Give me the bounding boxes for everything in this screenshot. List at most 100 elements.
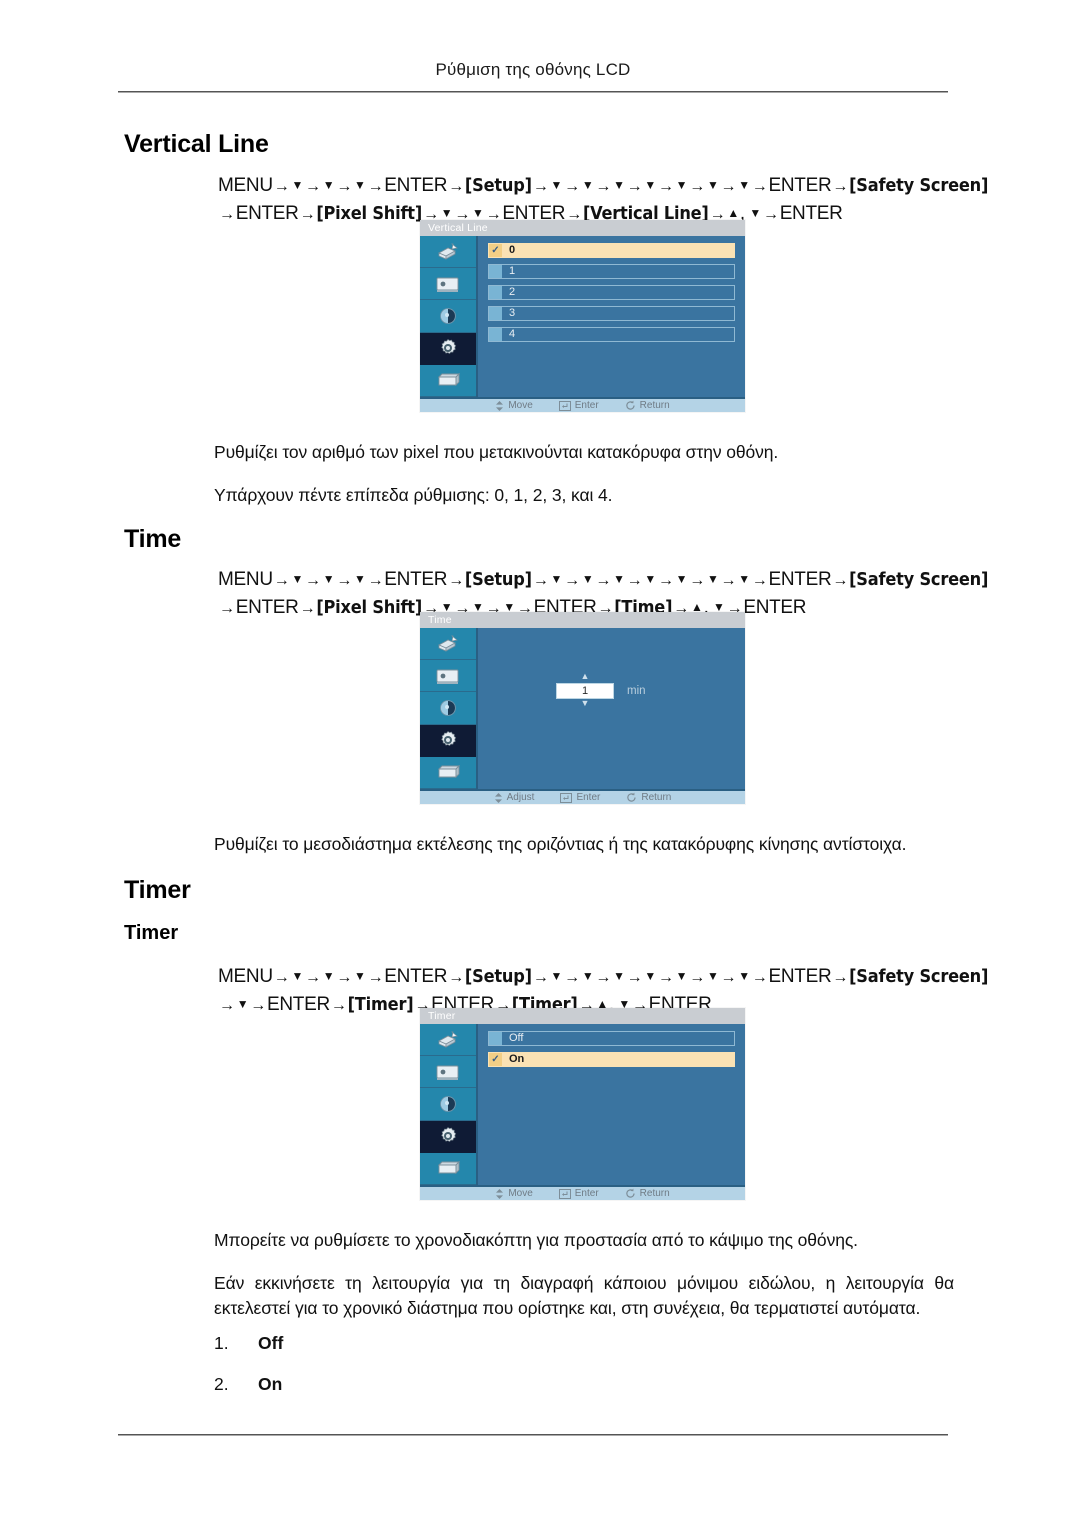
arrow-right-icon: → bbox=[657, 572, 674, 589]
multi-control-icon bbox=[420, 364, 476, 398]
osd-option-row[interactable]: 2 bbox=[488, 285, 735, 300]
nav-token: ENTER bbox=[235, 203, 299, 224]
option-swatch-icon bbox=[489, 286, 502, 299]
arrow-down-icon: ▼ bbox=[613, 969, 625, 983]
osd-footer-label: Move bbox=[508, 1188, 533, 1199]
arrow-right-icon: → bbox=[367, 572, 384, 589]
arrow-right-icon: → bbox=[532, 178, 549, 195]
arrow-down-icon: ▼ bbox=[613, 572, 625, 586]
arrow-down-icon: ▼ bbox=[581, 572, 594, 586]
option-swatch-icon bbox=[489, 265, 502, 278]
arrow-right-icon: → bbox=[720, 969, 737, 986]
arrow-down-icon: ▼ bbox=[675, 969, 688, 983]
arrow-down-icon: ▼ bbox=[354, 178, 366, 192]
osd-option-row[interactable]: 1 bbox=[488, 264, 735, 279]
arrow-right-icon: → bbox=[832, 572, 849, 589]
arrow-down-icon: ▼ bbox=[644, 178, 656, 192]
osd-screenshot-timer: Timer Off ✓ On Move Enter Return bbox=[420, 1008, 745, 1200]
arrow-right-icon: → bbox=[832, 178, 849, 195]
nav-token: ENTER bbox=[768, 175, 832, 196]
footer-rule bbox=[118, 1434, 948, 1436]
arrow-up-icon: ▲ bbox=[727, 206, 739, 220]
header-rule bbox=[118, 91, 948, 93]
arrow-right-icon: → bbox=[751, 969, 768, 986]
arrow-right-icon: → bbox=[657, 178, 674, 195]
subsection-title-timer: Timer bbox=[124, 922, 179, 944]
nav-path-line: MENU→ ▼ → ▼ → ▼ →ENTER→[Setup]→ ▼ → ▼ → ▼ → ▼ → ▼ → ▼ → ▼ →E… bbox=[218, 966, 988, 987]
arrow-right-icon: → bbox=[626, 572, 643, 589]
spinner-row: 1 min bbox=[556, 683, 646, 699]
osd-sidebar bbox=[420, 628, 478, 790]
enter-icon bbox=[558, 1188, 571, 1199]
osd-title: Time bbox=[420, 612, 745, 628]
arrow-right-icon: → bbox=[219, 206, 235, 223]
arrow-down-icon: ▼ bbox=[644, 969, 656, 983]
arrow-down-icon: ▼ bbox=[675, 572, 688, 586]
updown-icon bbox=[495, 400, 504, 411]
running-header: Ρύθμιση της οθόνης LCD bbox=[435, 60, 631, 79]
osd-footer-label: Enter bbox=[574, 400, 599, 411]
arrow-right-icon: → bbox=[689, 178, 705, 195]
arrow-right-icon: → bbox=[564, 178, 580, 195]
arrow-right-icon: → bbox=[367, 969, 384, 986]
nav-path-line: MENU→ ▼ → ▼ → ▼ →ENTER→[Setup]→ ▼ → ▼ → ▼ → ▼ → ▼ → ▼ → ▼ →E… bbox=[218, 175, 988, 196]
osd-option-row[interactable]: ✓ 0 bbox=[488, 243, 735, 258]
arrow-right-icon: → bbox=[336, 178, 353, 195]
arrow-down-icon: ▼ bbox=[738, 572, 750, 586]
nav-token: ENTER bbox=[384, 569, 448, 590]
arrow-right-icon: → bbox=[448, 969, 464, 986]
picture-icon bbox=[420, 660, 476, 693]
osd-option-row[interactable]: 3 bbox=[488, 306, 735, 321]
arrow-right-icon: → bbox=[299, 600, 316, 617]
arrow-down-icon: ▼ bbox=[322, 969, 335, 983]
multi-control-icon bbox=[420, 756, 476, 790]
picture-icon bbox=[420, 268, 476, 301]
arrow-right-icon: → bbox=[720, 178, 737, 195]
osd-footer: Adjust Enter Return bbox=[420, 789, 745, 804]
nav-token: ENTER bbox=[743, 597, 807, 618]
osd-option-label: Off bbox=[509, 1032, 524, 1044]
list-item: 2. On bbox=[214, 1374, 614, 1395]
arrow-right-icon: → bbox=[689, 969, 705, 986]
osd-footer-item: Enter bbox=[560, 792, 600, 803]
arrow-down-icon: ▼ bbox=[706, 969, 719, 983]
arrow-right-icon: → bbox=[689, 572, 705, 589]
arrow-right-icon: → bbox=[595, 572, 612, 589]
updown-icon bbox=[495, 1188, 504, 1199]
osd-spinner[interactable]: ▲ 1 min ▼ bbox=[556, 672, 696, 710]
osd-footer-item: Return bbox=[625, 400, 670, 411]
arrow-down-icon: ▼ bbox=[581, 178, 594, 192]
arrow-right-icon: → bbox=[219, 600, 235, 617]
arrow-right-icon: → bbox=[299, 206, 316, 223]
osd-option-label: 1 bbox=[509, 265, 516, 277]
spinner-down-icon[interactable]: ▼ bbox=[556, 699, 614, 710]
arrow-right-icon: → bbox=[219, 997, 235, 1014]
list-item-number: 1. bbox=[214, 1333, 229, 1353]
option-swatch-icon bbox=[489, 1032, 502, 1045]
osd-footer-label: Return bbox=[641, 792, 672, 803]
arrow-right-icon: → bbox=[305, 178, 321, 195]
arrow-down-icon: ▼ bbox=[291, 178, 304, 192]
checkmark-icon: ✓ bbox=[489, 1053, 502, 1066]
osd-footer-label: Move bbox=[508, 400, 533, 411]
osd-footer-item: Move bbox=[495, 400, 533, 411]
nav-token: MENU bbox=[218, 569, 273, 590]
osd-footer-item: Adjust bbox=[494, 792, 534, 803]
spinner-value[interactable]: 1 bbox=[556, 683, 614, 699]
paragraph-timer-2: Εάν εκκινήσετε τη λειτουργία για τη διαγ… bbox=[214, 1273, 954, 1318]
osd-option-row[interactable]: Off bbox=[488, 1031, 735, 1046]
spinner-unit-label: min bbox=[627, 685, 646, 697]
arrow-right-icon: → bbox=[626, 969, 643, 986]
arrow-right-icon: → bbox=[751, 178, 768, 195]
osd-footer-item: Move bbox=[495, 1188, 533, 1199]
arrow-right-icon: → bbox=[762, 206, 779, 223]
paragraph-vertical-line-2: Υπάρχουν πέντε επίπεδα ρύθμισης: 0, 1, 2… bbox=[214, 485, 613, 505]
spinner-up-icon[interactable]: ▲ bbox=[556, 672, 614, 683]
arrow-down-icon: ▼ bbox=[550, 178, 563, 192]
arrow-down-icon: ▼ bbox=[738, 178, 750, 192]
nav-menu-label: [Pixel Shift] bbox=[316, 203, 423, 224]
osd-option-row[interactable]: 4 bbox=[488, 327, 735, 342]
list-item-label: Off bbox=[258, 1333, 284, 1353]
osd-option-row[interactable]: ✓ On bbox=[488, 1052, 735, 1067]
option-swatch-icon bbox=[489, 307, 502, 320]
